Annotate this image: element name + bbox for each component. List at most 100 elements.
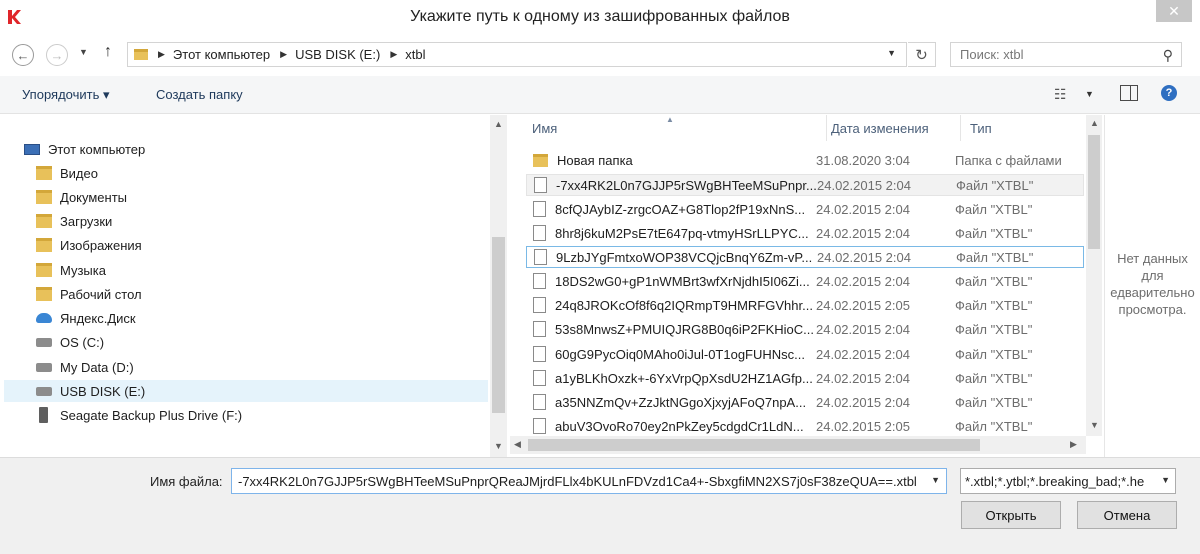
list-item[interactable]: 8cfQJAybIZ-zrgcOAZ+G8Tlop2fP19xNnS... 24… <box>526 198 1084 220</box>
new-folder-button[interactable]: Создать папку <box>156 87 243 102</box>
file-name: a35NNZmQv+ZzJktNGgoXjxyjAFoQ7npA... <box>555 394 807 410</box>
cloud-icon <box>36 313 52 323</box>
file-list-vertical-scrollbar[interactable]: ▲ ▼ <box>1086 115 1102 436</box>
open-button[interactable]: Открыть <box>961 501 1061 529</box>
list-item[interactable]: abuV3OvoRo70ey2nPkZey5cdgdCr1LdN... 24.0… <box>526 415 1084 437</box>
scrollbar-thumb[interactable] <box>528 439 980 451</box>
preview-pane: Нет данных для едварительно просмотра. <box>1104 115 1200 457</box>
preview-line: Нет данных <box>1117 251 1188 266</box>
list-item[interactable]: 8hr8j6kuM2PsE7tE647pq-vtmyHSrLLPYC... 24… <box>526 222 1084 244</box>
recent-locations-dropdown[interactable]: ▼ <box>79 47 88 57</box>
refresh-icon: ↻ <box>915 46 928 64</box>
filename-input[interactable]: -7xx4RK2L0n7GJJP5rSWgBHTeeMSuPnprQReaJMj… <box>231 468 947 494</box>
title-bar: Укажите путь к одному из зашифрованных ф… <box>0 0 1200 34</box>
file-icon <box>533 346 546 362</box>
navigation-bar: ← → ▼ ↑ ▶ Этот компьютер ▶ USB DISK (E:)… <box>0 34 1200 76</box>
back-button[interactable]: ← <box>12 44 34 66</box>
file-type: Файл "XTBL" <box>955 273 1033 289</box>
scrollbar-thumb[interactable] <box>492 237 505 413</box>
file-name: 18DS2wG0+gP1nWMBrt3wfXrNjdhI5I06Zi... <box>555 273 810 289</box>
window-title: Укажите путь к одному из зашифрованных ф… <box>410 8 790 25</box>
file-list-horizontal-scrollbar[interactable]: ◀ ▶ <box>510 436 1086 454</box>
up-button[interactable]: ↑ <box>104 43 112 61</box>
breadcrumb-usb-disk[interactable]: USB DISK (E:) <box>295 47 380 62</box>
cancel-button[interactable]: Отмена <box>1077 501 1177 529</box>
chevron-down-icon[interactable]: ▼ <box>887 48 896 58</box>
sidebar-item-desktop[interactable]: Рабочий стол <box>36 283 142 305</box>
chevron-right-icon[interactable]: ▶ <box>390 49 397 60</box>
file-date: 24.02.2015 2:04 <box>816 346 910 362</box>
refresh-button[interactable]: ↻ <box>908 42 936 67</box>
column-header-date[interactable]: Дата изменения <box>821 115 961 141</box>
breadcrumb-xtbl[interactable]: xtbl <box>405 47 425 62</box>
preview-pane-toggle-icon[interactable] <box>1120 85 1138 101</box>
scroll-left-arrow-icon[interactable]: ◀ <box>514 439 521 450</box>
sidebar-item-label: Рабочий стол <box>60 286 142 302</box>
file-type: Файл "XTBL" <box>955 297 1033 313</box>
file-icon <box>533 297 546 313</box>
sidebar-item-music[interactable]: Музыка <box>36 259 106 281</box>
list-item[interactable]: Новая папка 31.08.2020 3:04 Папка с файл… <box>526 149 1084 171</box>
scroll-right-arrow-icon[interactable]: ▶ <box>1070 439 1077 450</box>
view-options-icon[interactable]: ☷ <box>1054 86 1067 103</box>
downloads-folder-icon <box>36 214 52 228</box>
address-bar[interactable]: ▶ Этот компьютер ▶ USB DISK (E:) ▶ xtbl … <box>127 42 907 67</box>
sidebar-item-drive-d[interactable]: My Data (D:) <box>36 356 134 378</box>
file-date: 31.08.2020 3:04 <box>816 152 910 168</box>
scroll-down-arrow-icon[interactable]: ▼ <box>494 441 503 451</box>
sidebar-item-usb-disk[interactable]: USB DISK (E:) <box>4 380 488 402</box>
list-item[interactable]: a35NNZmQv+ZzJktNGgoXjxyjAFoQ7npA... 24.0… <box>526 391 1084 413</box>
list-item[interactable]: -7xx4RK2L0n7GJJP5rSWgBHTeeMSuPnpr... 24.… <box>526 174 1084 196</box>
sidebar-item-this-pc[interactable]: Этот компьютер <box>24 138 145 160</box>
file-type: Файл "XTBL" <box>955 370 1033 386</box>
file-date: 24.02.2015 2:04 <box>817 249 911 265</box>
sidebar-item-label: Загрузки <box>60 213 113 229</box>
view-dropdown-icon[interactable]: ▼ <box>1085 89 1094 99</box>
computer-icon <box>24 143 40 155</box>
file-name: 24q8JROKcOf8f6q2IQRmpT9HMRFGVhhr... <box>555 297 813 313</box>
sidebar-item-label: USB DISK (E:) <box>60 383 146 399</box>
search-input[interactable]: Поиск: xtbl ⚲ <box>950 42 1182 67</box>
list-item[interactable]: 53s8MnwsZ+PMUIQJRG8B0q6iP2FKHioC... 24.0… <box>526 318 1084 340</box>
sidebar-item-yandex-disk[interactable]: Яндекс.Диск <box>36 307 136 329</box>
file-name: 8hr8j6kuM2PsE7tE647pq-vtmyHSrLLPYC... <box>555 225 809 241</box>
chevron-right-icon[interactable]: ▶ <box>280 49 287 60</box>
organize-button[interactable]: Упорядочить ▾ <box>22 87 110 103</box>
breadcrumb-computer[interactable]: Этот компьютер <box>173 47 270 62</box>
column-header-type[interactable]: Тип <box>960 115 1086 141</box>
sidebar-item-documents[interactable]: Документы <box>36 186 127 208</box>
navigation-pane-scrollbar[interactable]: ▲ ▼ <box>490 115 507 457</box>
music-folder-icon <box>36 263 52 277</box>
list-item[interactable]: a1yBLKhOxzk+-6YxVrpQpXsdU2HZ1AGfp... 24.… <box>526 367 1084 389</box>
file-icon <box>533 201 546 217</box>
scrollbar-thumb[interactable] <box>1088 135 1100 249</box>
forward-button[interactable]: → <box>46 44 68 66</box>
sidebar-item-seagate-drive[interactable]: Seagate Backup Plus Drive (F:) <box>36 404 242 426</box>
file-type: Файл "XTBL" <box>955 201 1033 217</box>
file-type: Файл "XTBL" <box>955 394 1033 410</box>
chevron-down-icon[interactable]: ▼ <box>927 475 940 485</box>
sidebar-item-downloads[interactable]: Загрузки <box>36 210 112 232</box>
scroll-down-arrow-icon[interactable]: ▼ <box>1090 420 1099 430</box>
file-type-filter-select[interactable]: *.xtbl;*.ytbl;*.breaking_bad;*.he ▼ <box>960 468 1176 494</box>
file-type: Файл "XTBL" <box>955 321 1033 337</box>
chevron-right-icon[interactable]: ▶ <box>158 49 165 60</box>
chevron-down-icon[interactable]: ▼ <box>1157 475 1170 485</box>
file-name: abuV3OvoRo70ey2nPkZey5cdgdCr1LdN... <box>555 418 804 434</box>
scroll-up-arrow-icon[interactable]: ▲ <box>1090 118 1099 128</box>
list-item[interactable]: 18DS2wG0+gP1nWMBrt3wfXrNjdhI5I06Zi... 24… <box>526 270 1084 292</box>
list-item[interactable]: 24q8JROKcOf8f6q2IQRmpT9HMRFGVhhr... 24.0… <box>526 294 1084 316</box>
file-name: 8cfQJAybIZ-zrgcOAZ+G8Tlop2fP19xNnS... <box>555 201 806 217</box>
column-header-name[interactable]: Имя <box>522 115 827 141</box>
sidebar-item-pictures[interactable]: Изображения <box>36 234 142 256</box>
sidebar-item-video[interactable]: Видео <box>36 162 98 184</box>
usb-drive-icon <box>36 386 52 396</box>
sidebar-item-drive-c[interactable]: OS (C:) <box>36 331 104 353</box>
close-button[interactable]: ✕ <box>1156 0 1192 22</box>
help-icon[interactable]: ? <box>1161 85 1177 101</box>
sidebar-item-label: Музыка <box>60 262 106 278</box>
list-item[interactable]: 60gG9PycOiq0MAho0iJul-0T1ogFUHNsc... 24.… <box>526 343 1084 365</box>
list-item[interactable]: 9LzbJYgFmtxoWOP38VCQjcBnqY6Zm-vP... 24.0… <box>526 246 1084 268</box>
search-placeholder: Поиск: xtbl <box>960 47 1024 62</box>
scroll-up-arrow-icon[interactable]: ▲ <box>494 119 503 129</box>
